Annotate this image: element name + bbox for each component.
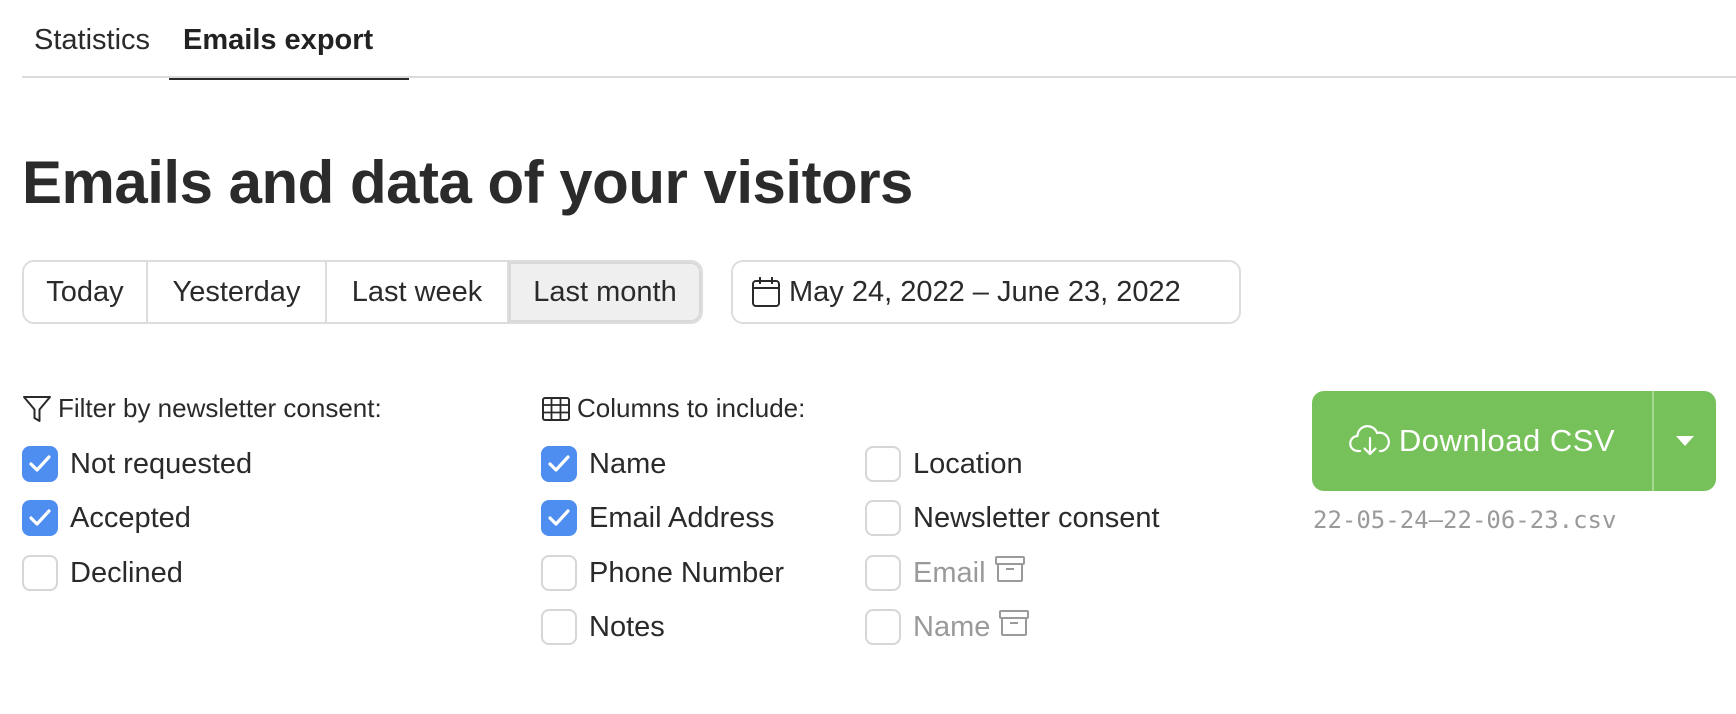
page-title: Emails and data of your visitors [22, 149, 913, 216]
checkbox-unchecked[interactable] [865, 500, 901, 536]
checkbox-label: Newsletter consent [913, 501, 1160, 534]
checkbox-unchecked[interactable] [865, 446, 901, 482]
period-selector: Today Yesterday Last week Last month [22, 260, 703, 324]
archive-icon [998, 608, 1030, 646]
checkbox-label: Notes [589, 610, 665, 643]
checkbox-label: Phone Number [589, 556, 785, 589]
period-last-week-button[interactable]: Last week [327, 262, 509, 322]
column-option-archived-email[interactable]: Email [865, 554, 1026, 592]
caret-down-icon [1676, 436, 1694, 446]
archive-icon [994, 554, 1026, 592]
download-csv-split-button: Download CSV [1312, 391, 1716, 491]
columns-heading: Columns to include: [541, 393, 805, 424]
checkbox-label: Email [913, 556, 986, 589]
checkbox-checked[interactable] [541, 500, 577, 536]
checkbox-checked[interactable] [541, 446, 577, 482]
filter-option-declined[interactable]: Declined [22, 554, 183, 592]
columns-label: Columns to include: [577, 393, 806, 423]
calendar-icon [751, 276, 781, 308]
checkbox-unchecked[interactable] [541, 609, 577, 645]
emails-export-page: Statistics Emails export Emails and data… [0, 0, 1736, 714]
checkbox-label: Email Address [589, 501, 775, 534]
column-option-email-address[interactable]: Email Address [541, 499, 774, 537]
checkbox-checked[interactable] [22, 500, 58, 536]
table-icon [542, 396, 570, 421]
date-range-picker[interactable]: May 24, 2022 – June 23, 2022 [731, 260, 1241, 324]
tab-bar: Statistics Emails export [22, 0, 1736, 80]
column-option-phone-number[interactable]: Phone Number [541, 554, 784, 592]
column-option-location[interactable]: Location [865, 445, 1023, 483]
download-options-dropdown[interactable] [1652, 391, 1716, 491]
filter-heading: Filter by newsletter consent: [22, 393, 382, 424]
checkbox-unchecked[interactable] [865, 555, 901, 591]
checkbox-checked[interactable] [22, 446, 58, 482]
column-option-archived-name[interactable]: Name [865, 608, 1030, 646]
period-today-button[interactable]: Today [24, 262, 148, 322]
filter-label: Filter by newsletter consent: [58, 393, 382, 423]
period-last-month-button[interactable]: Last month [509, 262, 701, 322]
column-option-notes[interactable]: Notes [541, 608, 665, 646]
column-option-newsletter-consent[interactable]: Newsletter consent [865, 499, 1160, 537]
filter-icon [23, 395, 51, 422]
download-csv-label: Download CSV [1398, 423, 1616, 458]
checkbox-label: Declined [70, 556, 183, 589]
download-csv-button[interactable]: Download CSV [1312, 391, 1652, 491]
checkbox-unchecked[interactable] [541, 555, 577, 591]
checkbox-unchecked[interactable] [22, 555, 58, 591]
checkbox-label: Name [589, 447, 667, 480]
checkbox-label: Location [913, 447, 1023, 480]
period-yesterday-button[interactable]: Yesterday [148, 262, 327, 322]
export-filename: 22-05-24—22-06-23.csv [1313, 506, 1617, 534]
checkbox-label: Accepted [70, 501, 191, 534]
checkbox-label: Not requested [70, 447, 253, 480]
tab-emails-export[interactable]: Emails export [169, 0, 409, 80]
filter-option-not-requested[interactable]: Not requested [22, 445, 252, 483]
checkbox-unchecked[interactable] [865, 609, 901, 645]
checkbox-label: Name [913, 610, 991, 643]
filter-option-accepted[interactable]: Accepted [22, 499, 191, 537]
date-range-label: May 24, 2022 – June 23, 2022 [789, 275, 1181, 308]
cloud-download-icon [1349, 425, 1390, 456]
tab-statistics[interactable]: Statistics [34, 0, 150, 78]
column-option-name[interactable]: Name [541, 445, 666, 483]
